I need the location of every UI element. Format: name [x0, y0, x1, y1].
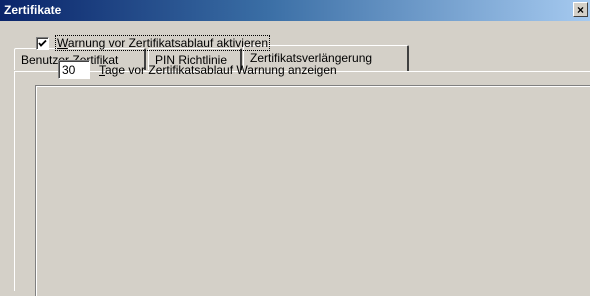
mnemonic-letter: W: [57, 36, 68, 50]
window-title: Zertifikate: [4, 3, 62, 17]
warning-checkbox[interactable]: [36, 36, 49, 50]
renewal-group-box: [35, 85, 590, 296]
days-input[interactable]: [58, 60, 90, 79]
close-button[interactable]: ×: [573, 2, 588, 17]
title-bar[interactable]: Zertifikate ×: [0, 0, 590, 21]
warning-option-row[interactable]: Warnung vor Zertifikatsablauf aktivieren: [36, 35, 270, 51]
tab-panel: [14, 71, 590, 296]
warning-checkbox-label[interactable]: Warnung vor Zertifikatsablauf aktivieren: [55, 35, 270, 51]
checkmark-icon: [38, 39, 47, 47]
label-text: arnung vor Zertifikatsablauf aktivieren: [67, 36, 268, 50]
certificates-dialog: Zertifikate × Benutzer Zertifikat PIN Ri…: [0, 0, 590, 296]
label-text: age vor Zertifikatsablauf Warnung anzeig…: [105, 62, 337, 77]
days-option-row: Tage vor Zertifikatsablauf Warnung anzei…: [58, 60, 337, 79]
close-icon: ×: [576, 2, 584, 17]
days-label: Tage vor Zertifikatsablauf Warnung anzei…: [99, 63, 337, 77]
